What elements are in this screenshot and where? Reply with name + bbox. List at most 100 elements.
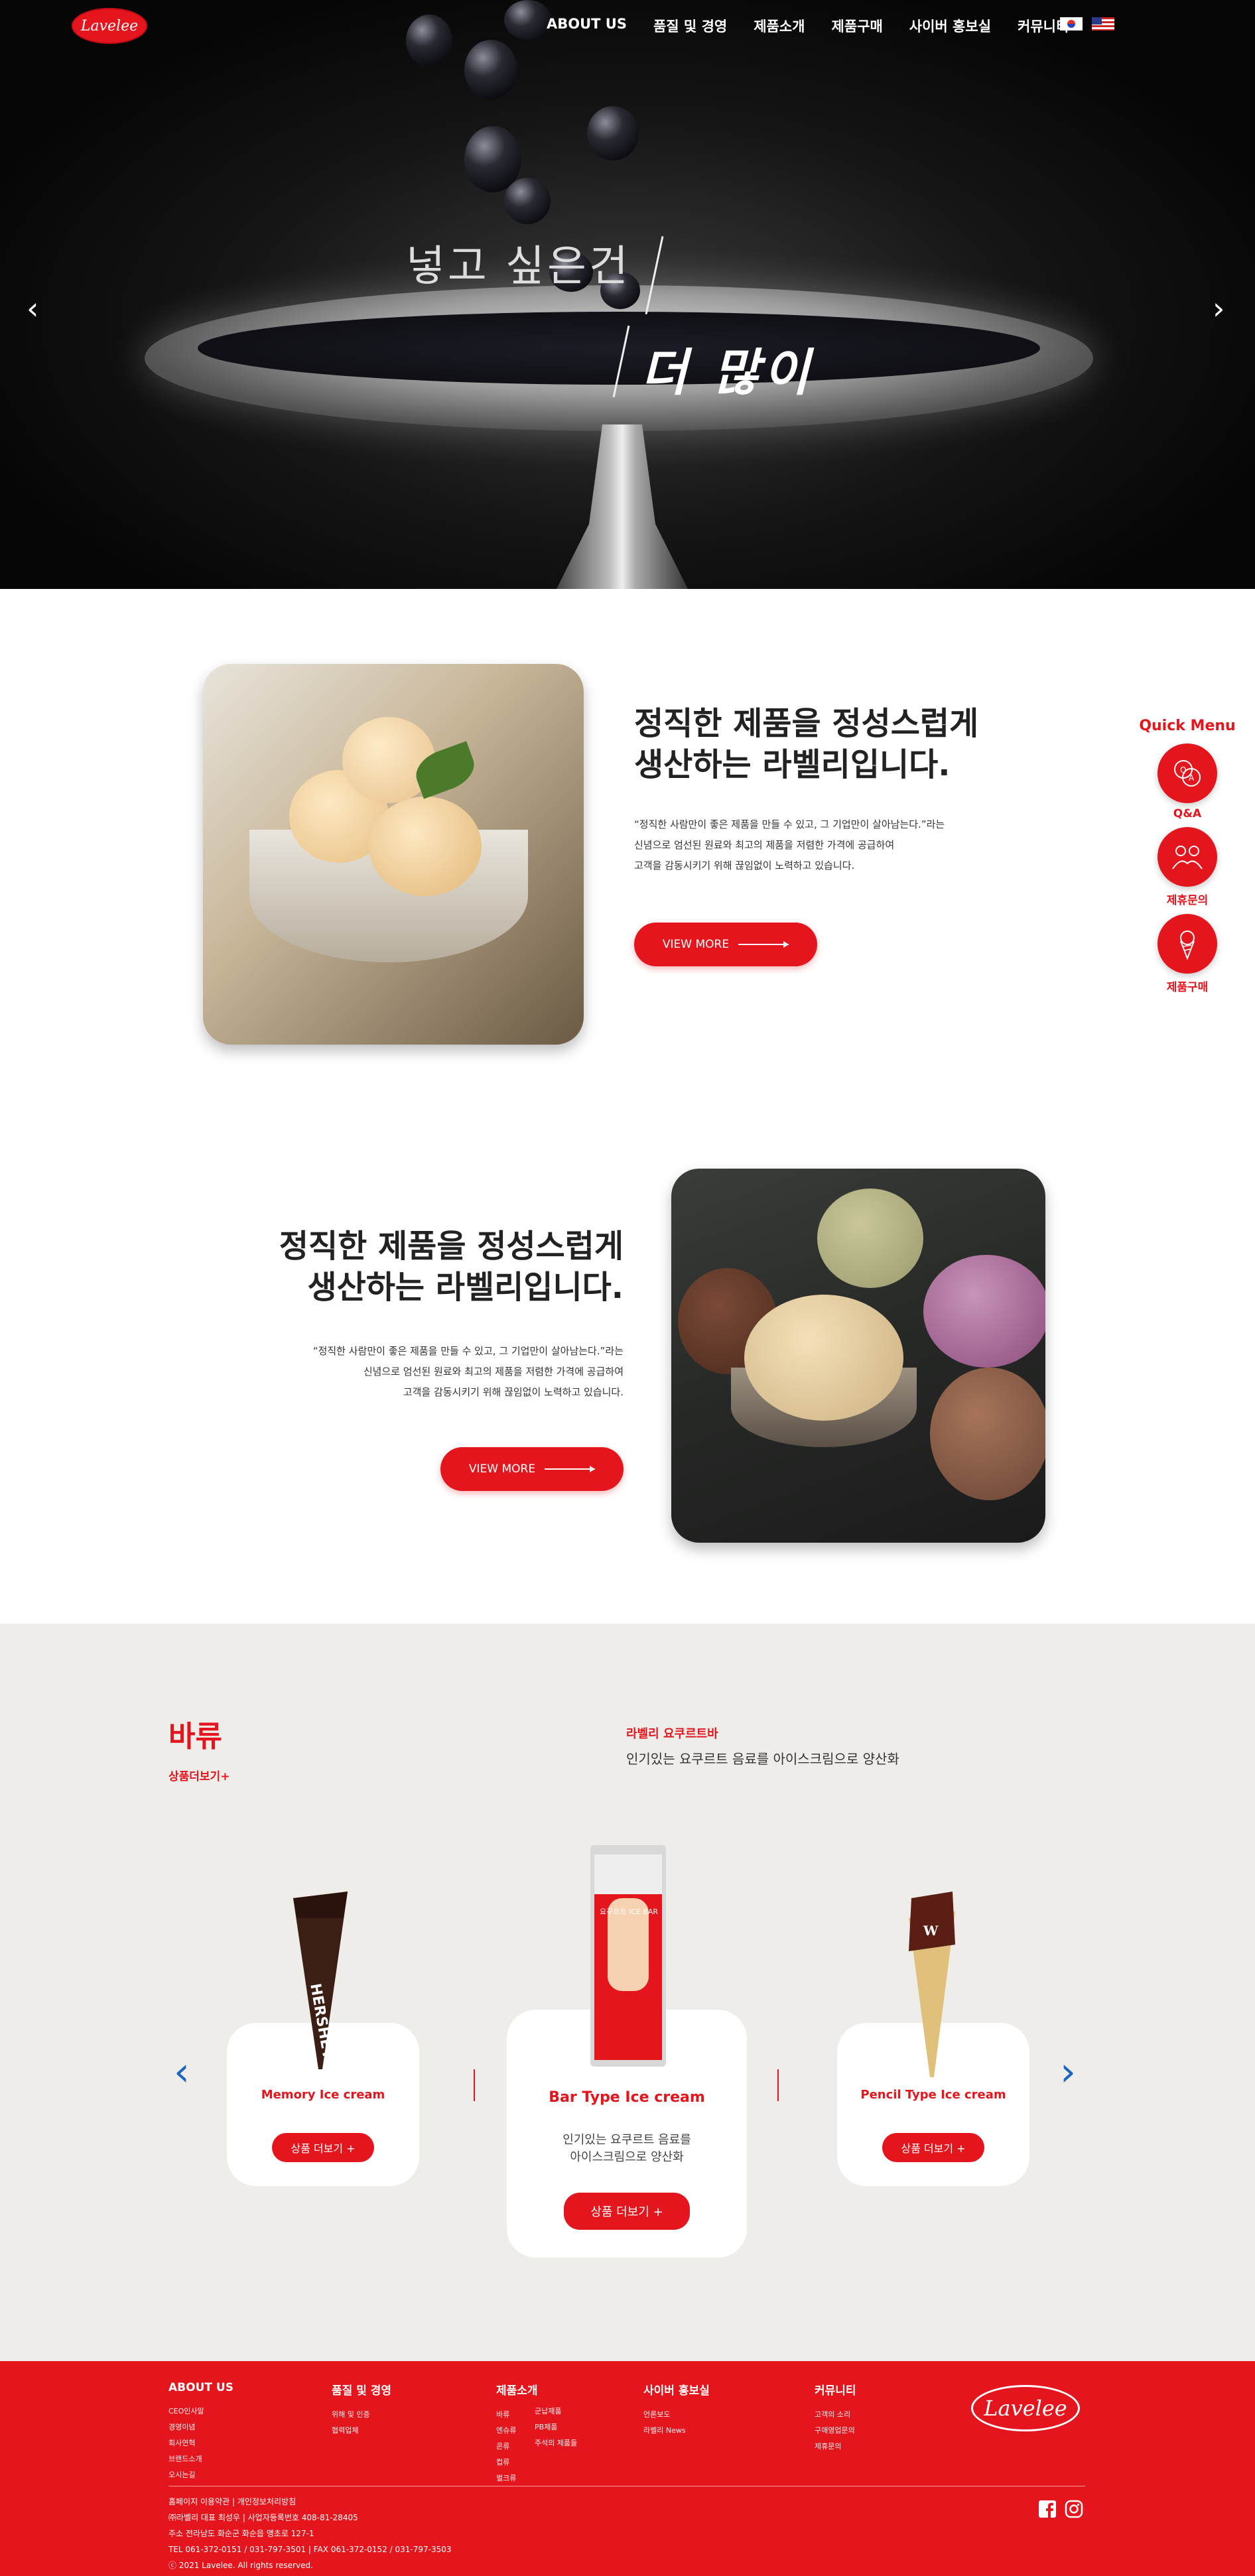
kr-flag-icon[interactable] <box>1060 17 1083 31</box>
view-more-button[interactable]: VIEW MORE <box>440 1447 624 1491</box>
hero-headline-1: 넣고 싶은건 <box>406 242 631 291</box>
nav-about-us[interactable]: ABOUT US <box>547 16 627 36</box>
footer-link[interactable]: 언론보도 <box>643 2407 710 2423</box>
site-logo[interactable]: Lavelee <box>72 8 147 44</box>
product-more-button[interactable]: 상품 더보기 + <box>882 2133 984 2162</box>
footer-link[interactable]: 브랜드소개 <box>168 2451 233 2467</box>
product-description: 인기있는 요쿠르트 음료를 아이스크림으로 양산화 <box>507 2132 747 2166</box>
product-desc-line: 인기있는 요쿠르트 음료를 <box>562 2133 691 2147</box>
footer-logo[interactable]: Lavelee <box>971 2385 1080 2431</box>
quick-menu-label: Q&A <box>1173 807 1202 820</box>
intro1-desc-line: 신념으로 엄선된 원료와 최고의 제품을 저렴한 가격에 공급하여 <box>634 839 895 851</box>
footer-link[interactable]: 제휴문의 <box>815 2439 856 2455</box>
quick-menu-purchase[interactable]: 제품구매 <box>1136 914 1239 994</box>
intro1-title-line1: 정직한 제품을 정성스럽게 <box>634 705 979 742</box>
pencil-ice-cream-image: W <box>909 1892 955 2077</box>
blueberry-image <box>504 178 551 224</box>
copyright: ⓒ 2021 Lavelee. All rights reserved. <box>168 2561 313 2570</box>
policy-links[interactable]: 홈페이지 이용약관 | 개인정보처리방침 <box>168 2494 452 2510</box>
footer-heading[interactable]: 사이버 홍보실 <box>643 2381 710 2398</box>
page: Lavelee ABOUT US 품질 및 경영 제품소개 제품구매 사이버 홍… <box>0 0 1255 2576</box>
footer-link[interactable]: PB제품 <box>535 2419 577 2435</box>
chevron-right-icon[interactable]: › <box>1213 290 1224 326</box>
view-more-button[interactable]: VIEW MORE <box>634 923 817 966</box>
footer-heading[interactable]: 커뮤니티 <box>815 2381 856 2398</box>
footer-link[interactable]: 라벨리 News <box>643 2423 710 2439</box>
footer-link[interactable]: 경영이념 <box>168 2419 233 2435</box>
card-divider <box>777 2069 779 2101</box>
hero-banner: Lavelee ABOUT US 품질 및 경영 제품소개 제품구매 사이버 홍… <box>0 0 1255 589</box>
footer-heading[interactable]: 제품소개 <box>496 2381 538 2398</box>
blueberry-image <box>464 40 517 99</box>
bar-ice-cream-package-image: 요구르트 ICE BAR <box>590 1845 666 2067</box>
intro2-title-line1: 정직한 제품을 정성스럽게 <box>279 1228 624 1265</box>
intro1-desc-line: 고객을 감동시키기 위해 끊임없이 노력하고 있습니다. <box>634 860 855 871</box>
quick-menu-label: 제휴문의 <box>1166 894 1209 907</box>
footer-heading[interactable]: 품질 및 경영 <box>332 2381 391 2398</box>
footer-link[interactable]: 고객의 소리 <box>815 2407 856 2423</box>
footer-link[interactable]: 회사연혁 <box>168 2435 233 2451</box>
footer-link[interactable]: 오시는길 <box>168 2467 233 2483</box>
footer-link[interactable]: 컵류 <box>496 2455 538 2471</box>
chevron-right-icon[interactable]: › <box>1060 2052 1076 2092</box>
intro2-title-line2: 생산하는 라벨리입니다. <box>307 1269 624 1306</box>
nav-products[interactable]: 제품소개 <box>754 16 805 36</box>
glass-stem-image <box>556 424 689 589</box>
company-address: 주소 전라남도 화순군 화순읍 앵초로 127-1 <box>168 2529 314 2538</box>
quick-menu-partnership[interactable]: 제휴문의 <box>1136 827 1239 907</box>
instagram-icon[interactable] <box>1064 2499 1084 2519</box>
hero-headline-2: 더 많이 <box>641 343 814 402</box>
blueberry-image <box>587 106 639 161</box>
intro2-desc-line: “정직한 사람만이 좋은 제품을 만들 수 있고, 그 기업만이 살아남는다.”… <box>312 1345 624 1357</box>
chevron-left-icon[interactable]: ‹ <box>27 290 38 326</box>
nav-cyber-pr[interactable]: 사이버 홍보실 <box>909 16 991 36</box>
intro2-title: 정직한 제품을 정성스럽게 생산하는 라벨리입니다. <box>252 1226 624 1308</box>
footer-link[interactable]: 콘류 <box>496 2439 538 2455</box>
quick-menu-label: 제품구매 <box>1166 981 1209 994</box>
quick-menu: Quick Menu QA Q&A 제휴문의 제품구매 <box>1136 718 1239 1001</box>
footer-link[interactable]: 바류 <box>496 2407 538 2423</box>
footer-heading[interactable]: ABOUT US <box>168 2381 233 2394</box>
main-nav: ABOUT US 품질 및 경영 제품소개 제품구매 사이버 홍보실 커뮤니티 <box>547 16 1095 36</box>
footer-link[interactable]: 주석의 제품들 <box>535 2435 577 2451</box>
footer-link[interactable]: CEO인사말 <box>168 2404 233 2419</box>
footer-col-cyber-pr: 사이버 홍보실 언론보도 라벨리 News <box>643 2381 710 2439</box>
qa-icon[interactable]: QA <box>1157 743 1217 803</box>
product-more-button[interactable]: 상품 더보기 + <box>272 2133 374 2162</box>
footer-link[interactable]: 벌크류 <box>496 2471 538 2486</box>
footer-link[interactable]: 군납제품 <box>535 2404 577 2419</box>
category-title: 바류 <box>168 1720 222 1754</box>
card-divider <box>474 2069 475 2101</box>
nav-purchase[interactable]: 제품구매 <box>832 16 883 36</box>
svg-text:W: W <box>923 1923 939 1939</box>
partnership-icon[interactable] <box>1157 827 1217 887</box>
footer-link[interactable]: 엔슈류 <box>496 2423 538 2439</box>
product-more-button[interactable]: 상품 더보기 + <box>564 2193 690 2230</box>
quick-menu-qa[interactable]: QA Q&A <box>1136 743 1239 820</box>
svg-text:A: A <box>1189 773 1195 783</box>
footer-link[interactable]: 구매영업문의 <box>815 2423 856 2439</box>
footer-col-products: 제품소개 바류 엔슈류 콘류 컵류 벌크류 <box>496 2381 538 2486</box>
view-more-label: VIEW MORE <box>468 1462 536 1476</box>
view-more-label: VIEW MORE <box>662 938 730 951</box>
blueberry-image <box>406 15 452 66</box>
footer-link[interactable]: 협력업체 <box>332 2423 391 2439</box>
us-flag-icon[interactable] <box>1092 17 1114 31</box>
featured-product-name: 라벨리 요쿠르트바 <box>626 1727 718 1741</box>
intro1-description: “정직한 사람만이 좋은 제품을 만들 수 있고, 그 기업만이 살아남는다.”… <box>634 814 945 876</box>
facebook-icon[interactable] <box>1037 2499 1057 2519</box>
quick-menu-title: Quick Menu <box>1139 718 1236 734</box>
company-registration: ㈜라벨리 대표 최성우 | 사업자등록번호 408-81-28405 <box>168 2513 358 2522</box>
product-name: Memory Ice cream <box>261 2088 385 2102</box>
chevron-left-icon[interactable]: ‹ <box>174 2052 190 2092</box>
package-label: 요구르트 ICE BAR <box>600 1907 658 1916</box>
language-switcher <box>1060 17 1114 31</box>
footer-link[interactable]: 위해 및 인증 <box>332 2407 391 2423</box>
site-footer: ABOUT US CEO인사말 경영이념 회사연혁 브랜드소개 오시는길 품질 … <box>0 2361 1255 2576</box>
intro2-desc-line: 고객을 감동시키기 위해 끊임없이 노력하고 있습니다. <box>403 1386 624 1398</box>
more-products-link[interactable]: 상품더보기+ <box>168 1767 230 1783</box>
footer-col-about: ABOUT US CEO인사말 경영이념 회사연혁 브랜드소개 오시는길 <box>168 2381 233 2483</box>
ice-cream-icon[interactable] <box>1157 914 1217 974</box>
nav-quality[interactable]: 품질 및 경영 <box>653 16 727 36</box>
arrow-right-icon <box>738 941 789 948</box>
